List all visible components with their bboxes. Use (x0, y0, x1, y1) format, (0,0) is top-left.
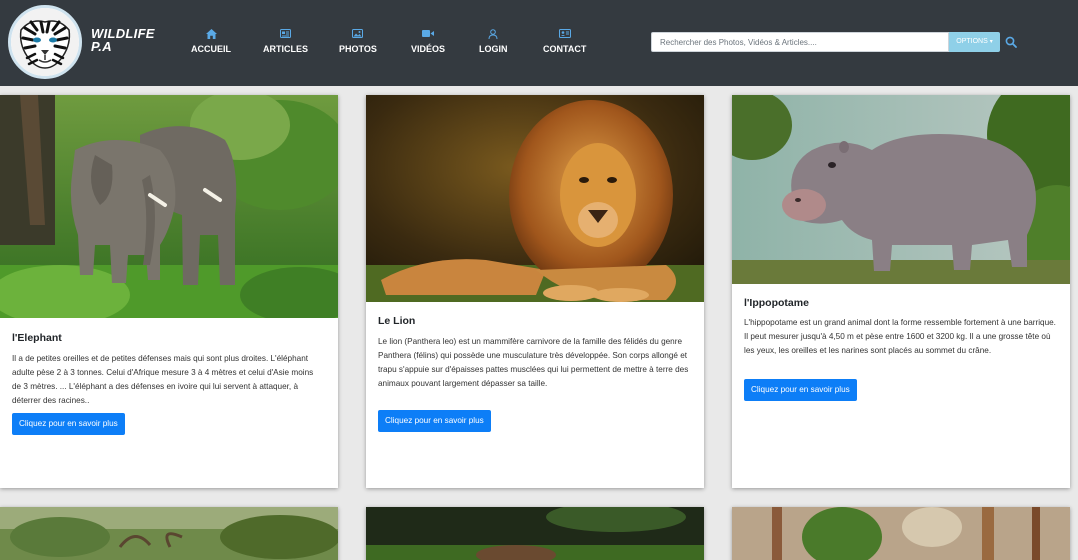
learn-more-button[interactable]: Cliquez pour en savoir plus (378, 410, 491, 432)
card-elephant: l'Elephant Il a de petites oreilles et d… (0, 95, 338, 488)
card-title: Le Lion (378, 315, 416, 327)
contact-card-icon (543, 29, 586, 41)
nav-label: CONTACT (543, 44, 587, 54)
card-partial-2 (366, 507, 704, 560)
lion-image (366, 95, 704, 302)
card-hippo: l'Ippopotame L'hippopotame est un grand … (732, 95, 1070, 488)
card-partial-1 (0, 507, 338, 560)
learn-more-button[interactable]: Cliquez pour en savoir plus (12, 413, 125, 435)
brand-name[interactable]: WILDLIFE P.A (91, 27, 155, 53)
card-title: l'Elephant (12, 332, 62, 344)
nav-label: LOGIN (479, 44, 508, 54)
navbar: WILDLIFE P.A ACCUEIL ARTICLES PHOTOS VID… (0, 0, 1078, 86)
card-text: Il a de petites oreilles et de petites d… (12, 354, 314, 405)
card-lion: Le Lion Le lion (Panthera leo) est un ma… (366, 95, 704, 488)
article-icon (263, 29, 308, 41)
antelope-image (0, 507, 338, 560)
video-icon (411, 29, 445, 41)
search-input[interactable] (651, 32, 949, 52)
options-dropdown-button[interactable]: OPTIONS ▾ (949, 32, 1000, 52)
nav-login[interactable]: LOGIN (479, 29, 508, 54)
search-icon (1005, 36, 1017, 48)
hippo-image (732, 95, 1070, 284)
nav-accueil[interactable]: ACCUEIL (191, 29, 231, 54)
card-title: l'Ippopotame (744, 297, 809, 309)
brand-line2: P.A (91, 39, 112, 54)
woodland-image (732, 507, 1070, 560)
photo-icon (339, 29, 377, 41)
tiger-logo[interactable] (8, 5, 82, 79)
nav-label: ACCUEIL (191, 44, 231, 54)
nav-label: ARTICLES (263, 44, 308, 54)
search-button[interactable] (1005, 35, 1019, 49)
nav-label: PHOTOS (339, 44, 377, 54)
nav-photos[interactable]: PHOTOS (339, 29, 377, 54)
home-icon (191, 29, 231, 41)
elephant-image (0, 95, 338, 318)
nav-videos[interactable]: VIDÉOS (411, 29, 445, 54)
learn-more-button[interactable]: Cliquez pour en savoir plus (744, 379, 857, 401)
nav-label: VIDÉOS (411, 44, 446, 54)
card-text: L'hippopotame est un grand animal dont l… (744, 318, 1056, 355)
caret-down-icon: ▾ (989, 39, 993, 45)
nav-articles[interactable]: ARTICLES (263, 29, 308, 54)
user-icon (479, 29, 508, 41)
options-label: OPTIONS (956, 38, 988, 45)
card-text: Le lion (Panthera leo) est un mammifère … (378, 337, 689, 388)
forest-animal-image (366, 507, 704, 560)
card-partial-3 (732, 507, 1070, 560)
nav-contact[interactable]: CONTACT (543, 29, 586, 54)
